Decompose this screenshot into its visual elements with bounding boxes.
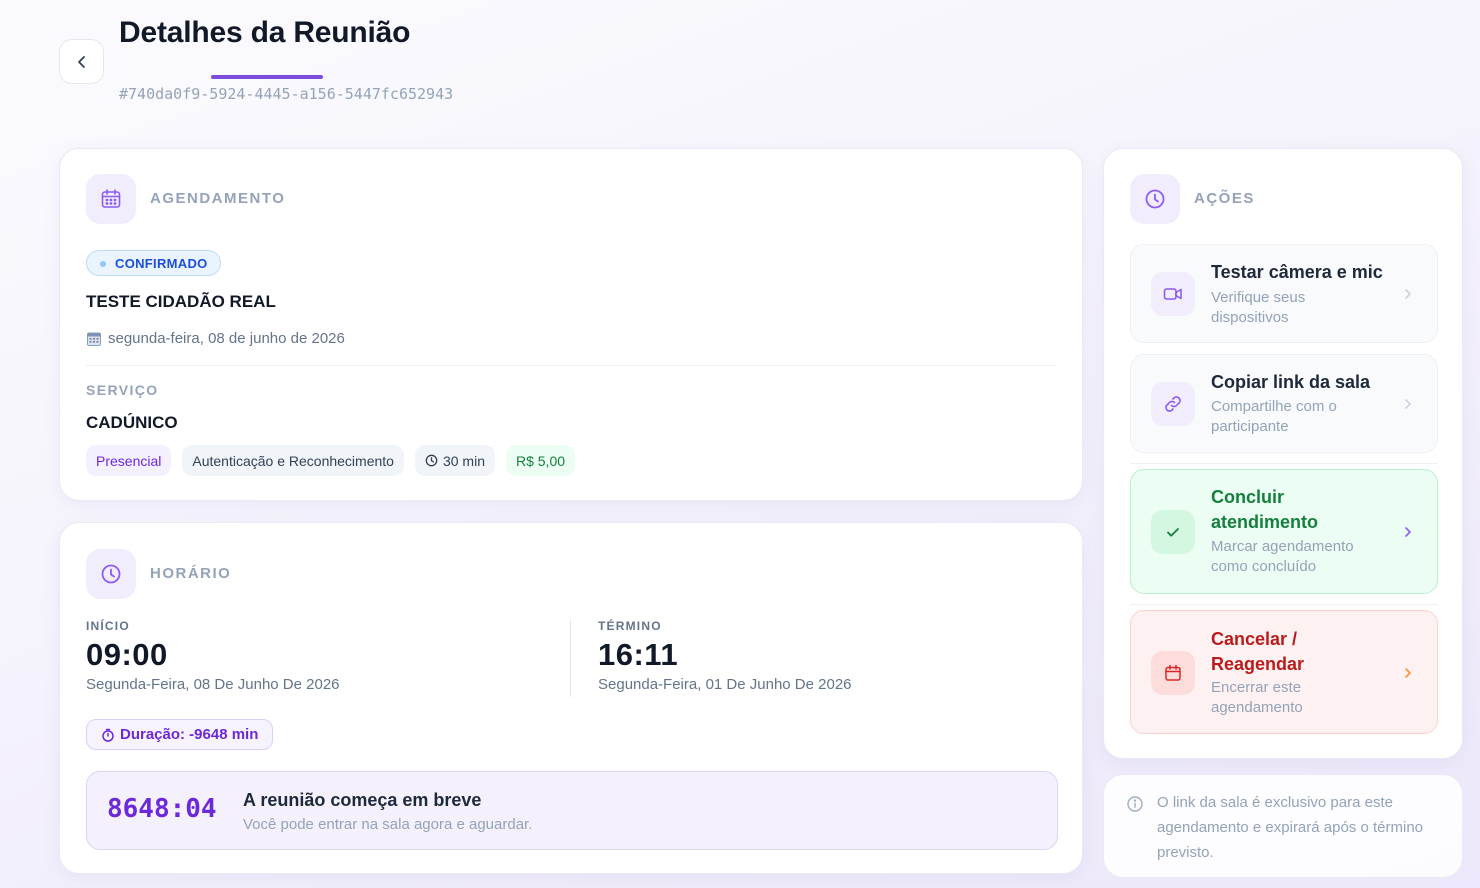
clock-icon bbox=[425, 454, 438, 467]
cancel-reschedule-subtitle: Encerrar este agendamento bbox=[1211, 679, 1303, 716]
section-divider bbox=[86, 365, 1056, 366]
chevron-right-icon bbox=[1405, 289, 1411, 299]
copy-link-subtitle: Compartilhe com o participante bbox=[1211, 398, 1337, 435]
stopwatch-icon bbox=[102, 728, 114, 742]
test-camera-subtitle: Verifique seus dispositivos bbox=[1211, 289, 1306, 326]
modality-chip: Presencial bbox=[86, 445, 172, 476]
horario-card: HORÁRIO INÍCIO 09:00 Segunda-Feira, 08 D… bbox=[59, 522, 1083, 874]
chevron-right-icon bbox=[1405, 399, 1411, 409]
appointment-date: segunda-feira, 08 de junho de 2026 bbox=[86, 330, 345, 347]
complete-appointment-subtitle: Marcar agendamento como concluído bbox=[1211, 538, 1354, 575]
room-link-info: O link da sala é exclusivo para este age… bbox=[1103, 774, 1463, 878]
chevron-right-icon bbox=[1405, 527, 1411, 537]
chevron-left-icon bbox=[77, 55, 85, 68]
info-text: O link da sala é exclusivo para este age… bbox=[1157, 794, 1424, 861]
countdown-panel: 8648:04 A reunião começa em breve Você p… bbox=[86, 771, 1058, 850]
category-chip: Autenticação e Reconhecimento bbox=[182, 445, 404, 476]
info-icon bbox=[1127, 796, 1143, 812]
end-date: Segunda-Feira, 01 De Junho De 2026 bbox=[598, 676, 852, 693]
service-name: CADÚNICO bbox=[86, 413, 178, 432]
calendar-icon bbox=[1151, 651, 1195, 695]
service-chips: Presencial Autenticação e Reconhecimento… bbox=[86, 445, 576, 476]
price-chip: R$ 5,00 bbox=[505, 445, 576, 476]
status-badge: CONFIRMADO bbox=[86, 250, 221, 276]
acoes-section-title: AÇÕES bbox=[1194, 190, 1255, 207]
calendar-emoji-icon bbox=[87, 332, 101, 346]
clock-icon bbox=[1130, 174, 1180, 224]
client-name: TESTE CIDADÃO REAL bbox=[86, 292, 276, 311]
time-divider bbox=[570, 619, 571, 697]
duration-chip: 30 min bbox=[414, 445, 495, 476]
copy-link-title: Copiar link da sala bbox=[1211, 372, 1371, 392]
test-camera-title: Testar câmera e mic bbox=[1211, 262, 1383, 282]
clock-icon bbox=[86, 549, 136, 599]
countdown-subtitle: Você pode entrar na sala agora e aguarda… bbox=[243, 816, 533, 833]
duration-chip-text: 30 min bbox=[442, 452, 485, 469]
agendamento-section-title: AGENDAMENTO bbox=[150, 190, 286, 207]
countdown-timer: 8648:04 bbox=[107, 794, 217, 824]
link-icon bbox=[1151, 382, 1195, 426]
calendar-icon bbox=[86, 174, 136, 224]
page-title: Detalhes da Reunião bbox=[119, 16, 411, 49]
cancel-reschedule-button[interactable]: Cancelar / Reagendar Encerrar este agend… bbox=[1130, 610, 1438, 734]
end-time-block: TÉRMINO 16:11 Segunda-Feira, 01 De Junho… bbox=[598, 619, 852, 693]
actions-divider bbox=[1130, 463, 1438, 464]
start-time-block: INÍCIO 09:00 Segunda-Feira, 08 De Junho … bbox=[86, 619, 340, 693]
copy-link-button[interactable]: Copiar link da sala Compartilhe com o pa… bbox=[1130, 354, 1438, 453]
back-button[interactable] bbox=[59, 39, 104, 84]
duration-text: Duração: -9648 min bbox=[120, 726, 259, 743]
horario-section-title: HORÁRIO bbox=[150, 565, 232, 582]
meeting-id: #740da0f9-5924-4445-a156-5447fc652943 bbox=[119, 85, 454, 103]
actions-divider bbox=[1130, 604, 1438, 605]
test-camera-button[interactable]: Testar câmera e mic Verifique seus dispo… bbox=[1130, 244, 1438, 343]
complete-appointment-title: Concluir atendimento bbox=[1211, 487, 1319, 532]
start-date: Segunda-Feira, 08 De Junho De 2026 bbox=[86, 676, 340, 693]
video-camera-icon bbox=[1151, 272, 1195, 316]
start-time: 09:00 bbox=[86, 637, 168, 672]
appointment-date-text: segunda-feira, 08 de junho de 2026 bbox=[108, 330, 345, 347]
countdown-title: A reunião começa em breve bbox=[243, 790, 482, 810]
end-time: 16:11 bbox=[598, 637, 679, 672]
acoes-card: AÇÕES Testar câmera e mic Verifique seus… bbox=[1103, 148, 1463, 759]
start-label: INÍCIO bbox=[86, 619, 130, 633]
check-icon bbox=[1151, 510, 1195, 554]
cancel-reschedule-title: Cancelar / Reagendar bbox=[1211, 629, 1305, 674]
service-label: SERVIÇO bbox=[86, 382, 159, 398]
title-underline bbox=[211, 75, 323, 79]
chevron-right-icon bbox=[1405, 668, 1411, 678]
agendamento-card: AGENDAMENTO CONFIRMADO TESTE CIDADÃO REA… bbox=[59, 148, 1083, 501]
complete-appointment-button[interactable]: Concluir atendimento Marcar agendamento … bbox=[1130, 469, 1438, 594]
duration-badge: Duração: -9648 min bbox=[86, 719, 274, 750]
end-label: TÉRMINO bbox=[598, 619, 662, 633]
